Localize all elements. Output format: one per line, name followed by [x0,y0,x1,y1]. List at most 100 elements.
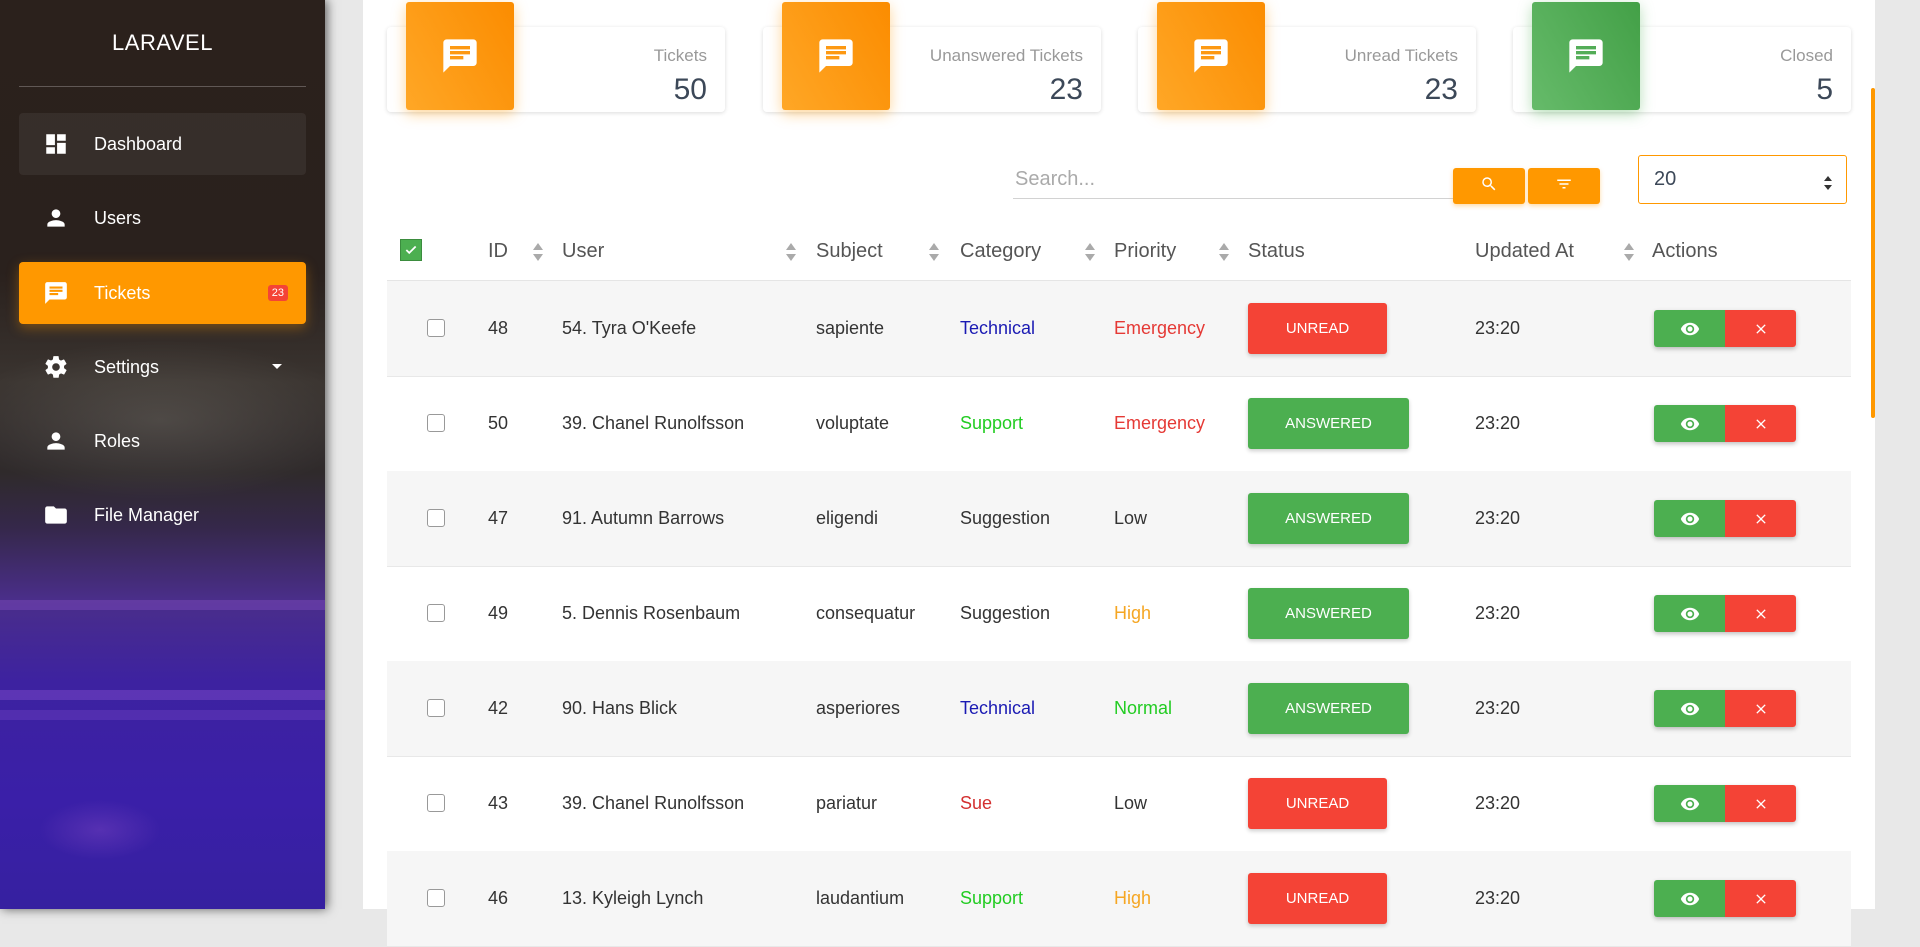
row-checkbox[interactable] [427,319,445,337]
table-row[interactable]: 49 5. Dennis Rosenbaum consequatur Suggesti… [387,566,1851,662]
close-icon [1755,893,1766,904]
per-page-select[interactable]: 20 [1638,155,1847,204]
table-row[interactable]: 43 39. Chanel Runolfsson pariatur Sue Low UNR… [387,756,1851,852]
cell-category: Suggestion [960,603,1051,623]
sidebar-item-label: Roles [94,430,141,451]
stat-value: 5 [1816,73,1833,106]
sidebar-item-tickets[interactable]: Tickets 23 [19,262,306,324]
cell-id: 50 [488,413,509,433]
close-icon [1755,798,1766,809]
eye-icon [1680,322,1699,335]
column-header-user[interactable]: User [562,240,604,263]
cell-subject: voluptate [816,413,890,433]
scrollbar[interactable] [1871,88,1875,418]
sidebar: LARAVEL Dashboard Users Tickets 23 Setti… [0,0,325,909]
delete-button[interactable] [1725,880,1796,917]
sidebar-item-users[interactable]: Users [19,187,306,249]
sort-icon[interactable] [532,242,544,262]
stat-value: 50 [673,73,707,106]
sort-icon[interactable] [1084,242,1096,262]
view-button[interactable] [1654,690,1725,727]
cell-priority: Low [1114,508,1148,528]
sidebar-background-stripe [0,710,325,720]
row-checkbox[interactable] [427,509,445,527]
row-checkbox[interactable] [427,414,445,432]
eye-icon [1680,797,1699,810]
cell-priority: Low [1114,793,1148,813]
table-row[interactable]: 48 54. Tyra O'Keefe sapiente Technical Emerg… [387,281,1851,377]
delete-button[interactable] [1725,690,1796,727]
view-button[interactable] [1654,405,1725,442]
delete-button[interactable] [1725,310,1796,347]
delete-button[interactable] [1725,785,1796,822]
view-button[interactable] [1654,595,1725,632]
search-input[interactable] [1013,160,1457,198]
sort-icon[interactable] [1218,242,1230,262]
cell-subject: sapiente [816,318,885,338]
filter-button[interactable] [1528,168,1600,204]
view-button[interactable] [1654,880,1725,917]
close-icon [1755,608,1766,619]
dashboard-icon [42,130,70,158]
delete-button[interactable] [1725,405,1796,442]
sidebar-item-label: File Manager [94,504,200,525]
table-row[interactable]: 50 39. Chanel Runolfsson voluptate Support E… [387,376,1851,472]
view-button[interactable] [1654,500,1725,537]
cell-subject: asperiores [816,698,901,718]
chat-icon [406,2,514,110]
view-button[interactable] [1654,785,1725,822]
table-row[interactable]: 47 91. Autumn Barrows eligendi Suggestion Lo… [387,471,1851,567]
cell-id: 48 [488,318,509,338]
status-badge: ANSWERED [1248,493,1409,544]
row-checkbox[interactable] [427,889,445,907]
stat-card-closed: Closed 5 [1513,2,1851,112]
sidebar-item-settings[interactable]: Settings [19,336,306,398]
select-all-checkbox[interactable] [400,239,422,261]
cell-user: 54. Tyra O'Keefe [562,318,697,338]
row-checkbox[interactable] [427,794,445,812]
brand-logo[interactable]: LARAVEL [0,30,325,56]
search-field [1013,160,1457,199]
column-header-priority[interactable]: Priority [1114,240,1176,263]
table-row[interactable]: 42 90. Hans Blick asperiores Technical Norma… [387,661,1851,757]
chat-icon [1157,2,1265,110]
delete-button[interactable] [1725,595,1796,632]
sidebar-background-stripe [0,600,325,610]
row-checkbox[interactable] [427,699,445,717]
cell-user: 91. Autumn Barrows [562,508,725,528]
column-header-category[interactable]: Category [960,240,1041,263]
column-header-subject[interactable]: Subject [816,240,883,263]
cell-id: 46 [488,888,509,908]
chat-icon [42,279,70,307]
sort-icon[interactable] [928,242,940,262]
close-icon [1755,513,1766,524]
column-header-id[interactable]: ID [488,240,508,263]
chat-icon [782,2,890,110]
sort-icon[interactable] [1623,242,1635,262]
stat-label: Unanswered Tickets [929,46,1083,65]
stat-label: Closed [1780,46,1833,65]
column-header-updated-at[interactable]: Updated At [1475,240,1574,263]
select-arrows-icon [1824,173,1832,196]
row-checkbox[interactable] [427,604,445,622]
cell-subject: pariatur [816,793,878,813]
sidebar-item-file-manager[interactable]: File Manager [19,484,306,546]
delete-button[interactable] [1725,500,1796,537]
search-button[interactable] [1453,168,1525,204]
cell-user: 5. Dennis Rosenbaum [562,603,741,623]
sidebar-item-roles[interactable]: Roles [19,410,306,472]
main-content: Tickets 50 Unanswered Tickets 23 Unread … [363,0,1875,947]
view-button[interactable] [1654,310,1725,347]
sidebar-item-label: Dashboard [94,133,183,154]
table-row[interactable]: 46 13. Kyleigh Lynch laudantium Support High… [387,851,1851,947]
sidebar-background-stripe [0,690,325,700]
cell-priority: High [1114,888,1152,908]
cell-priority: High [1114,603,1152,623]
sidebar-item-dashboard[interactable]: Dashboard [19,113,306,175]
status-badge: UNREAD [1248,778,1387,829]
eye-icon [1680,607,1699,620]
sort-icon[interactable] [785,242,797,262]
brand-divider [19,86,306,87]
stat-card-tickets: Tickets 50 [387,2,725,112]
cell-updated-at: 23:20 [1475,413,1521,433]
